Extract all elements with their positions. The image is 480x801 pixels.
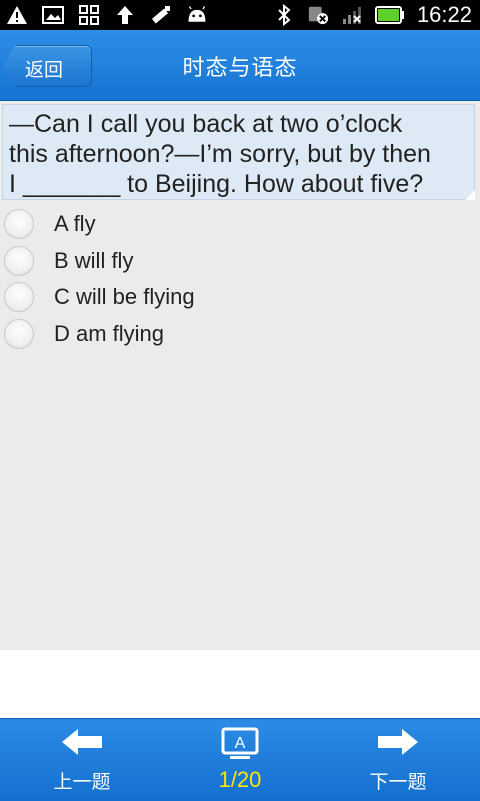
usb-icon: [150, 4, 172, 26]
radio-button[interactable]: [4, 209, 34, 239]
warning-icon: [6, 4, 28, 26]
answer-options: A fly B will fly C will be flying D am f…: [0, 206, 480, 352]
prev-question-button[interactable]: 上一题: [22, 719, 142, 801]
picture-icon: [42, 4, 64, 26]
option-b[interactable]: B will fly: [0, 243, 480, 280]
answer-card-button[interactable]: A 1/20: [180, 719, 300, 801]
option-a[interactable]: A fly: [0, 206, 480, 243]
question-text-line-1: —Can I call you back at two o’clock: [9, 110, 403, 138]
option-d[interactable]: D am flying: [0, 316, 480, 353]
option-c[interactable]: C will be flying: [0, 279, 480, 316]
answer-card-icon: A: [180, 727, 300, 761]
question-card: —Can I call you back at two o’clock this…: [2, 104, 475, 200]
upload-icon: [114, 4, 136, 26]
question-counter: 1/20: [218, 767, 262, 792]
bottom-nav: 上一题 A 1/20 下一题: [0, 718, 480, 801]
status-bar: 16:22: [0, 0, 480, 30]
arrow-left-icon: [22, 727, 142, 757]
prev-question-label: 上一题: [53, 771, 111, 793]
question-text-line-2: this afternoon?—I’m sorry, but by then: [9, 140, 431, 168]
arrow-right-icon: [338, 727, 458, 757]
next-question-label: 下一题: [369, 771, 427, 793]
blank-area: [0, 650, 480, 718]
status-right-icons: 16:22: [273, 2, 472, 28]
radio-button[interactable]: [4, 318, 34, 349]
battery-icon: [374, 4, 405, 26]
radio-button[interactable]: [4, 282, 34, 312]
status-left-icons: [6, 4, 208, 26]
option-label[interactable]: D am flying: [54, 321, 164, 347]
answer-card-icon-letter: A: [235, 735, 246, 752]
status-time: 16:22: [416, 2, 472, 27]
page-curl-corner: [465, 190, 475, 200]
bluetooth-icon: [273, 4, 295, 26]
android-icon: [186, 4, 208, 26]
next-question-button[interactable]: 下一题: [338, 719, 458, 801]
sync-icon: [307, 4, 329, 26]
apps-icon: [78, 4, 100, 26]
option-label[interactable]: A fly: [54, 211, 96, 237]
option-label[interactable]: B will fly: [54, 248, 133, 274]
page-title: 时态与语态: [182, 56, 298, 81]
option-label[interactable]: C will be flying: [54, 284, 195, 310]
question-text-line-3: I _______ to Beijing. How about five?: [9, 170, 424, 198]
signal-icon: [341, 4, 363, 26]
radio-button[interactable]: [4, 245, 34, 276]
title-bar: 返回 时态与语态: [0, 30, 480, 101]
